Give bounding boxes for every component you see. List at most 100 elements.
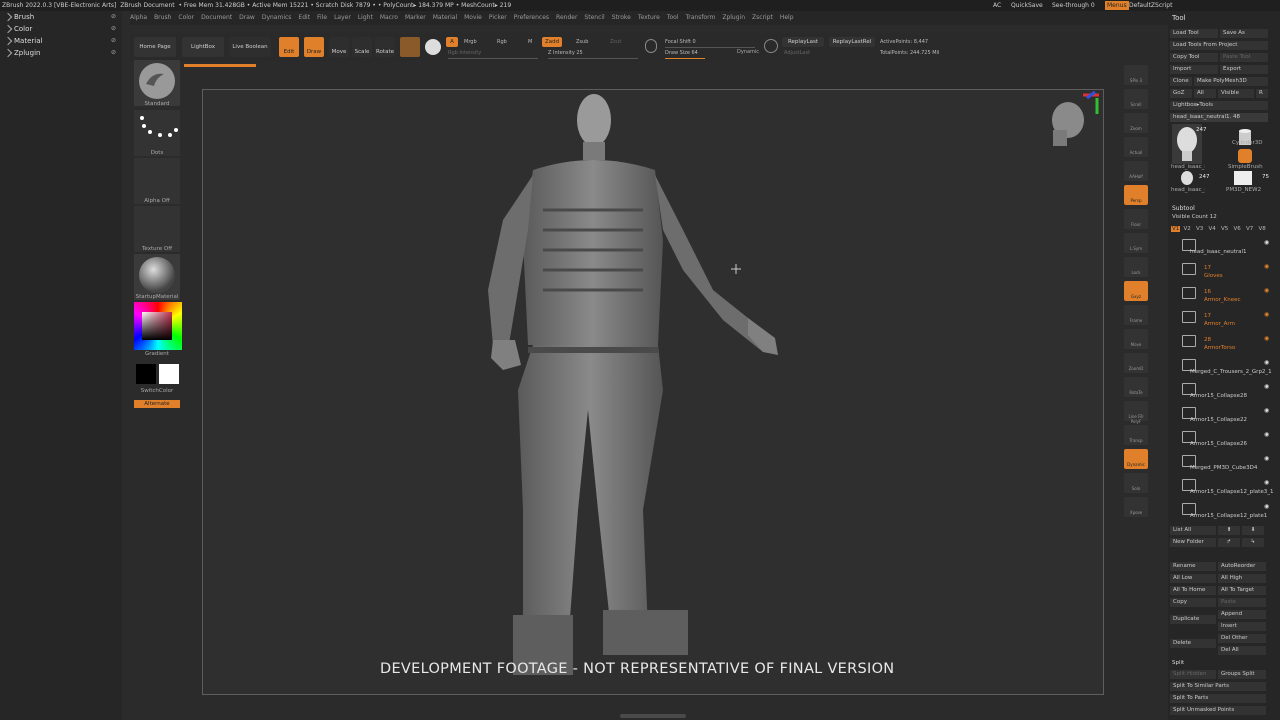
menu-item-file[interactable]: File (317, 14, 327, 21)
goz-button[interactable]: GoZ (1170, 89, 1192, 98)
subtool-row[interactable]: Armor15_Collapse12_plate1 ◉ (1170, 499, 1276, 521)
dynamic-toggle[interactable]: Dynamic (737, 48, 762, 56)
scale-button[interactable]: Scale (352, 37, 372, 57)
a-button[interactable]: A (446, 37, 458, 47)
right-shelf-persp-button[interactable]: Persp (1124, 185, 1148, 205)
left-tray-item-brush[interactable]: Brush ⊘ (0, 11, 122, 23)
visibility-eye-icon[interactable]: ◉ (1264, 431, 1269, 438)
subtool-row[interactable]: Armor15_Collapse28 ◉ (1170, 379, 1276, 401)
menu-item-marker[interactable]: Marker (405, 14, 426, 21)
new-folder-button[interactable]: New Folder (1170, 538, 1216, 547)
goz-r-button[interactable]: R (1256, 89, 1268, 98)
clone-button[interactable]: Clone (1170, 77, 1192, 86)
menu-item-color[interactable]: Color (178, 14, 194, 21)
menu-item-stencil[interactable]: Stencil (584, 14, 604, 21)
menu-item-texture[interactable]: Texture (638, 14, 660, 21)
right-shelf-l-sym-button[interactable]: L.Sym (1124, 233, 1148, 253)
visibility-eye-icon[interactable]: ◉ (1264, 383, 1269, 390)
mrgb-button[interactable]: Mrgb (464, 38, 488, 46)
all-to-target-button[interactable]: All To Target (1218, 586, 1266, 595)
right-shelf-rotate-button[interactable]: RotaTe (1124, 377, 1148, 397)
subtool-tab-v6[interactable]: V6 (1234, 226, 1241, 232)
live-boolean-button[interactable]: Live Boolean (229, 37, 271, 57)
del-all-button[interactable]: Del All (1218, 646, 1266, 655)
menu-item-light[interactable]: Light (358, 14, 373, 21)
all-low-button[interactable]: All Low (1170, 574, 1216, 583)
pin-icon[interactable]: ⊘ (111, 47, 116, 59)
subtool-row[interactable]: Armor15_Collapse22 ◉ (1170, 403, 1276, 425)
subtool-row[interactable]: Armor15_Collapse26 ◉ (1170, 427, 1276, 449)
make-polymesh3d-button[interactable]: Make PolyMesh3D (1194, 77, 1268, 86)
menu-item-alpha[interactable]: Alpha (130, 14, 147, 21)
simplebrush-thumbnail[interactable] (1238, 149, 1252, 163)
right-shelf-scroll-button[interactable]: Scroll (1124, 89, 1148, 109)
right-shelf-zoom-button[interactable]: Zoom (1124, 113, 1148, 133)
right-shelf-lock-button[interactable]: Lock (1124, 257, 1148, 277)
menu-item-picker[interactable]: Picker (489, 14, 507, 21)
lightbox-tools-button[interactable]: Lightbox▸Tools (1170, 101, 1268, 110)
zadd-button[interactable]: Zadd (542, 37, 562, 47)
subtool-tab-v2[interactable]: V2 (1184, 226, 1191, 232)
right-shelf-actual-button[interactable]: Actual (1124, 137, 1148, 157)
lightbox-button[interactable]: LightBox (182, 37, 224, 57)
right-shelf-spix-3-button[interactable]: SPix 3 (1124, 65, 1148, 85)
left-tray-item-material[interactable]: Material ⊘ (0, 35, 122, 47)
subtool-row[interactable]: Merged_C_Trousers_2_Grp2_1 ◉ (1170, 355, 1276, 377)
split-unmasked-points-button[interactable]: Split Unmasked Points (1170, 706, 1266, 715)
auto-reorder-button[interactable]: AutoReorder (1218, 562, 1266, 571)
pin-icon[interactable]: ⊘ (111, 11, 116, 23)
subtool-row[interactable]: Armor15_Collapse12_plate3_1 ◉ (1170, 475, 1276, 497)
draw-size-slider[interactable]: Draw Size 64 (665, 49, 725, 59)
del-other-button[interactable]: Del Other (1218, 634, 1266, 643)
quicksave-button[interactable]: QuickSave (1011, 0, 1043, 11)
paste-button[interactable]: Paste (1218, 598, 1266, 607)
right-shelf-floor-button[interactable]: Floor (1124, 209, 1148, 229)
menu-item-stroke[interactable]: Stroke (612, 14, 631, 21)
right-shelf-line-fill-polyf-button[interactable]: Line Fill PolyF (1124, 401, 1148, 424)
split-section-header[interactable]: Split (1172, 660, 1184, 666)
pm3d-thumbnail[interactable] (1234, 171, 1252, 185)
zcut-button[interactable]: Zcut (610, 38, 630, 46)
z-intensity-slider[interactable]: Z Intensity 25 (548, 49, 638, 59)
3d-viewport[interactable] (202, 89, 1104, 695)
focal-shift-slider[interactable]: Focal Shift 0 (665, 38, 755, 48)
right-shelf-zoomd-button[interactable]: ZoomD (1124, 353, 1148, 373)
rotate-button[interactable]: Rotate (375, 37, 395, 57)
adjust-last-slider[interactable]: AdjustLast (784, 49, 824, 57)
visibility-eye-icon[interactable]: ◉ (1264, 479, 1269, 486)
right-shelf-gxyz-button[interactable]: Gxyz (1124, 281, 1148, 301)
subtool-row[interactable]: Merged_PM3D_Cube3D4 ◉ (1170, 451, 1276, 473)
subtool-tab-v5[interactable]: V5 (1221, 226, 1228, 232)
visibility-eye-icon[interactable]: ◉ (1264, 455, 1269, 462)
right-shelf-frame-button[interactable]: Frame (1124, 305, 1148, 325)
copy-button[interactable]: Copy (1170, 598, 1216, 607)
split-hidden-button[interactable]: Split Hidden (1170, 670, 1216, 679)
secondary-color-swatch[interactable] (159, 364, 179, 384)
right-shelf-move-button[interactable]: Move (1124, 329, 1148, 349)
subtool-row[interactable]: 17 Gloves ◉ (1170, 259, 1276, 281)
alternate-button[interactable]: Alternate (134, 400, 180, 408)
save-as-button[interactable]: Save As (1220, 29, 1268, 38)
default-zscript-button[interactable]: DefaultZScript (1129, 0, 1172, 11)
load-tools-from-project-button[interactable]: Load Tools From Project (1170, 41, 1268, 50)
replay-last-button[interactable]: ReplayLast (782, 37, 824, 47)
menu-item-brush[interactable]: Brush (154, 14, 171, 21)
delete-button[interactable]: Delete (1170, 639, 1216, 648)
rgb-button[interactable]: Rgb (497, 38, 517, 46)
right-shelf-aahalf-button[interactable]: AAHalf (1124, 161, 1148, 181)
subtool-tab-v8[interactable]: V8 (1259, 226, 1266, 232)
brush-thumbnail[interactable] (134, 60, 180, 106)
right-shelf-xpose-button[interactable]: Xpose (1124, 497, 1148, 517)
subtool-tab-v7[interactable]: V7 (1246, 226, 1253, 232)
pin-icon[interactable]: ⊘ (111, 35, 116, 47)
rgb-intensity-slider[interactable]: Rgb Intensity (448, 49, 538, 59)
all-to-home-button[interactable]: All To Home (1170, 586, 1216, 595)
insert-button[interactable]: Insert (1218, 622, 1266, 631)
draw-button[interactable]: Draw (304, 37, 324, 57)
move-up-button[interactable]: ↱ (1218, 538, 1240, 547)
menu-item-draw[interactable]: Draw (239, 14, 255, 21)
import-button[interactable]: Import (1170, 65, 1218, 74)
switch-color-button[interactable]: SwitchColor (134, 388, 180, 394)
menu-item-macro[interactable]: Macro (380, 14, 398, 21)
menu-item-dynamics[interactable]: Dynamics (262, 14, 292, 21)
